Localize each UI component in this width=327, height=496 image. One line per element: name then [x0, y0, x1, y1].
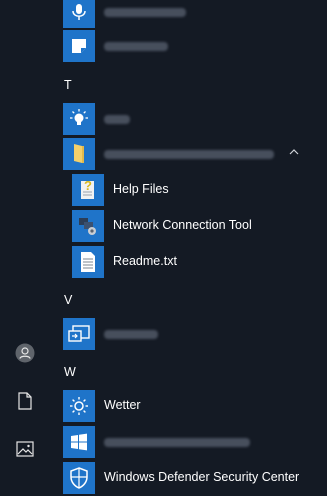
folder-tile	[63, 138, 95, 170]
help-files-label: Help Files	[113, 182, 169, 196]
left-rail	[0, 0, 50, 488]
list-item-voice[interactable]	[58, 0, 318, 30]
document-icon	[18, 392, 32, 410]
sticky-note-icon	[72, 39, 86, 53]
wetter-label: Wetter	[104, 398, 141, 412]
redacted-folder-name	[104, 150, 274, 159]
list-item-windows[interactable]	[58, 424, 318, 460]
account-button[interactable]	[10, 338, 40, 368]
sun-icon	[70, 397, 88, 415]
windows-logo-icon	[71, 433, 87, 451]
tips-tile	[63, 103, 95, 135]
windows-tile	[63, 426, 95, 458]
app-list: T ? Help Files Network Connection Tool R…	[58, 0, 327, 494]
list-item-network-tool[interactable]: Network Connection Tool	[58, 208, 318, 244]
section-header-v[interactable]: V	[64, 293, 72, 307]
network-tool-label: Network Connection Tool	[113, 218, 252, 232]
section-header-w[interactable]: W	[64, 365, 76, 379]
documents-button[interactable]	[10, 386, 40, 416]
wetter-tile	[63, 390, 95, 422]
cast-screen-icon	[68, 325, 90, 342]
network-tool-tile	[72, 210, 104, 242]
chevron-up-icon[interactable]	[288, 146, 300, 158]
folder-group[interactable]	[58, 136, 318, 172]
redacted-app-name	[104, 115, 130, 124]
readme-tile	[72, 246, 104, 278]
picture-icon	[16, 441, 34, 457]
list-item-help-files[interactable]: ? Help Files	[58, 172, 318, 208]
text-file-icon	[81, 252, 95, 272]
network-gear-icon	[79, 218, 96, 235]
list-item-tips[interactable]	[58, 101, 318, 137]
microphone-icon	[72, 4, 86, 20]
list-item-wetter[interactable]: Wetter	[58, 388, 318, 424]
sticky-note-tile	[63, 30, 95, 62]
user-icon	[15, 343, 35, 363]
list-item-defender[interactable]: Windows Defender Security Center	[58, 460, 318, 496]
readme-label: Readme.txt	[113, 254, 177, 268]
shield-icon	[70, 467, 88, 489]
microphone-tile	[63, 0, 95, 28]
redacted-app-name	[104, 42, 168, 51]
pictures-button[interactable]	[10, 434, 40, 464]
defender-tile	[63, 462, 95, 494]
help-file-icon: ?	[81, 178, 94, 199]
list-item-readme[interactable]: Readme.txt	[58, 244, 318, 280]
list-item-connect[interactable]	[58, 316, 318, 352]
svg-text:?: ?	[84, 178, 92, 193]
redacted-app-name	[104, 438, 250, 447]
section-header-t[interactable]: T	[64, 78, 72, 92]
redacted-app-name	[104, 8, 186, 17]
redacted-app-name	[104, 330, 158, 339]
folder-icon	[74, 144, 84, 163]
defender-label: Windows Defender Security Center	[104, 470, 300, 484]
list-item-sticky[interactable]	[58, 28, 318, 64]
help-files-tile: ?	[72, 174, 104, 206]
lightbulb-icon	[70, 109, 88, 125]
connect-tile	[63, 318, 95, 350]
